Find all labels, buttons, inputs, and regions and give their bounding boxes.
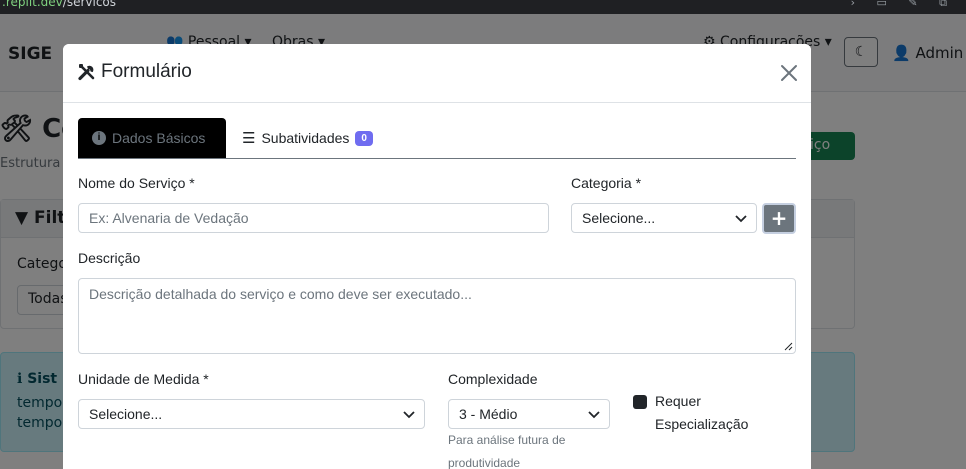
chevron-down-icon: [588, 411, 600, 419]
descricao-textarea[interactable]: Descrição detalhada do serviço e como de…: [78, 278, 796, 354]
tab-dados-basicos[interactable]: i Dados Básicos: [78, 118, 226, 158]
unidade-medida-select[interactable]: Selecione...: [78, 399, 425, 429]
modal-title: Formulário: [77, 61, 192, 83]
complexidade-select[interactable]: 3 - Médio: [448, 399, 610, 429]
list-icon: ☰: [242, 130, 256, 147]
chevron-down-icon: [735, 215, 747, 223]
categoria-select[interactable]: Selecione...: [571, 203, 757, 233]
service-form-modal: Formulário i Dados Básicos ☰ Subatividad…: [63, 44, 811, 469]
nome-label: Nome do Serviço *: [78, 175, 195, 191]
subatividades-count-badge: 0: [355, 130, 373, 146]
complexidade-hint: produtividade: [448, 456, 521, 469]
nome-servico-input[interactable]: Ex: Alvenaria de Vedação: [78, 203, 549, 233]
url-text[interactable]: .replit.dev/servicos: [2, 0, 116, 9]
categoria-label: Categoria *: [571, 175, 642, 191]
tab-subatividades[interactable]: ☰ Subatividades 0: [228, 118, 387, 158]
tools-icon: [78, 64, 95, 81]
modal-header: Formulário: [63, 44, 811, 103]
descricao-label: Descrição: [78, 250, 141, 266]
browser-toolbar-icons[interactable]: › ▭ ✎ ⧉: [851, 0, 956, 10]
especializacao-label[interactable]: Requer: [655, 393, 701, 409]
close-icon[interactable]: [779, 63, 799, 83]
especializacao-label[interactable]: Especialização: [655, 416, 748, 432]
form-tabs: i Dados Básicos ☰ Subatividades 0: [78, 118, 796, 159]
browser-url-bar: .replit.dev/servicos › ▭ ✎ ⧉: [0, 0, 966, 14]
add-category-button[interactable]: +: [762, 203, 796, 234]
chevron-down-icon: [403, 411, 415, 419]
resize-handle-icon[interactable]: [784, 342, 793, 351]
requer-especializacao-checkbox[interactable]: [633, 395, 647, 409]
complexidade-label: Complexidade: [448, 371, 538, 387]
complexidade-hint: Para análise futura de: [448, 433, 566, 447]
unidade-label: Unidade de Medida *: [78, 371, 209, 387]
info-icon: i: [92, 131, 106, 145]
